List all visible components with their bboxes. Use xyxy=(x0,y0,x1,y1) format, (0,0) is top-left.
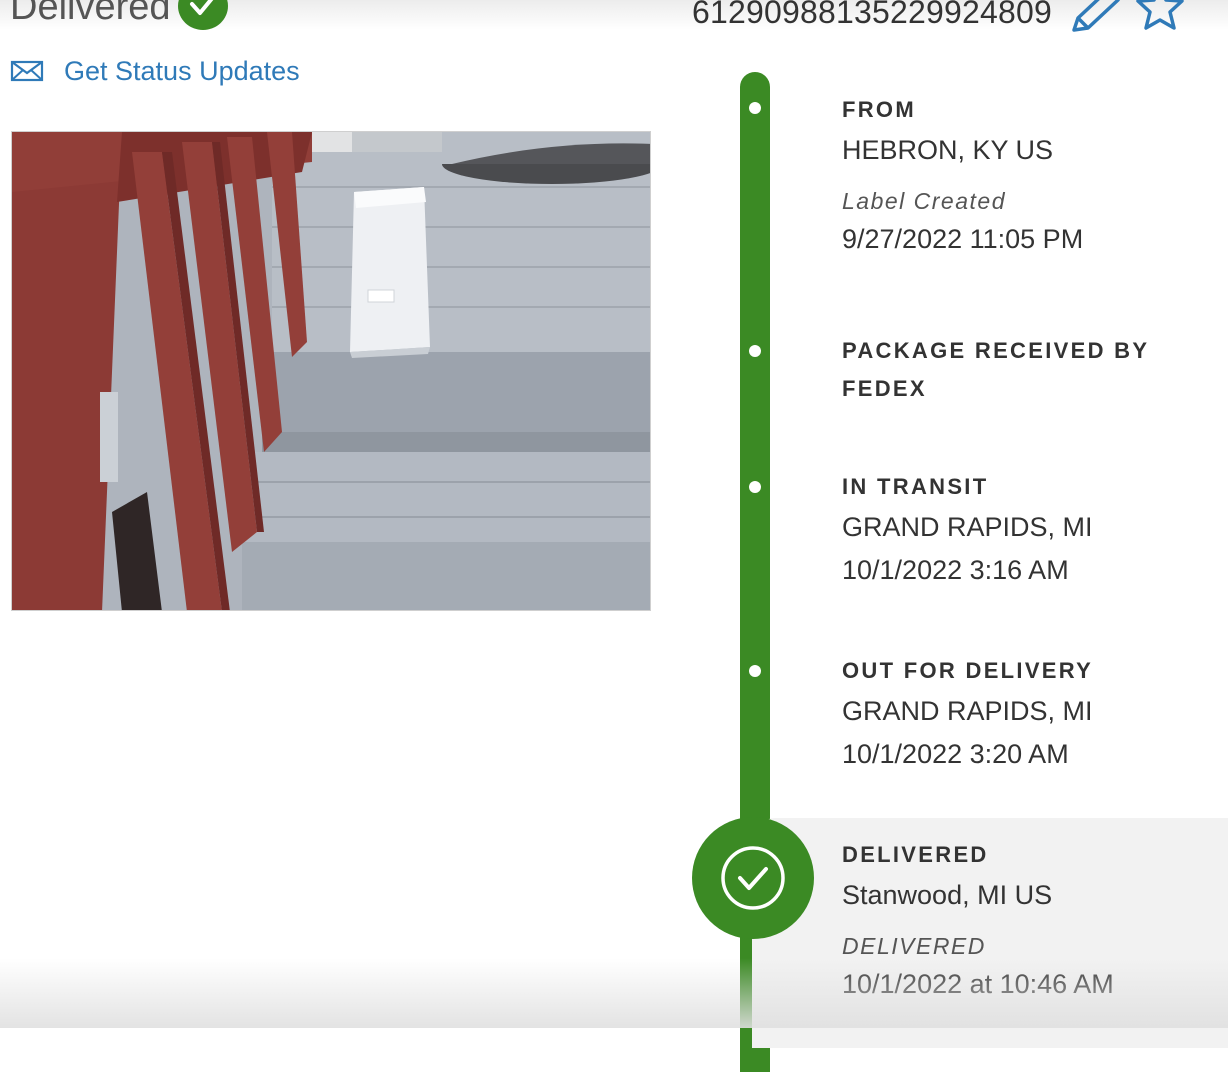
event-time: 10/1/2022 3:16 AM xyxy=(842,555,1069,585)
timeline-event-received: PACKAGE RECEIVED BY FEDEX xyxy=(842,332,1149,408)
check-circle-icon xyxy=(178,0,228,30)
event-note: Label Created xyxy=(842,188,1006,214)
event-title: DELIVERED xyxy=(842,842,989,867)
status-title: Delivered xyxy=(10,0,171,28)
timeline-event-out-for-delivery: OUT FOR DELIVERY GRAND RAPIDS, MI 10/1/2… xyxy=(842,652,1093,776)
event-time: 9/27/2022 11:05 PM xyxy=(842,224,1084,254)
delivery-photo-image xyxy=(12,132,650,610)
event-title: PACKAGE RECEIVED BY xyxy=(842,338,1150,363)
timeline-event-in-transit: IN TRANSIT GRAND RAPIDS, MI 10/1/2022 3:… xyxy=(842,468,1093,592)
event-location: HEBRON, KY US xyxy=(842,135,1054,165)
event-note: DELIVERED xyxy=(842,933,986,959)
timeline-dot xyxy=(749,481,761,493)
get-status-updates-link[interactable]: Get Status Updates xyxy=(10,54,300,88)
delivered-check-icon xyxy=(692,817,814,939)
mail-icon xyxy=(10,60,44,82)
event-time: 10/1/2022 at 10:46 AM xyxy=(842,969,1114,999)
timeline-event-delivered: DELIVERED Stanwood, MI US DELIVERED 10/1… xyxy=(842,836,1114,1006)
event-title: IN TRANSIT xyxy=(842,474,989,499)
event-location: GRAND RAPIDS, MI xyxy=(842,512,1093,542)
timeline-dot xyxy=(749,345,761,357)
event-location: GRAND RAPIDS, MI xyxy=(842,696,1093,726)
event-title: FROM xyxy=(842,97,916,122)
timeline-dot xyxy=(749,102,761,114)
event-time: 10/1/2022 3:20 AM xyxy=(842,739,1069,769)
event-title: OUT FOR DELIVERY xyxy=(842,658,1094,683)
tracking-number: 612909881352299248​09 xyxy=(692,0,1052,30)
event-title-continued: FEDEX xyxy=(842,376,927,401)
get-status-updates-label: Get Status Updates xyxy=(64,55,300,86)
timeline-event-from: FROM HEBRON, KY US Label Created 9/27/20… xyxy=(842,91,1083,261)
star-icon[interactable] xyxy=(1132,0,1188,34)
timeline-dot xyxy=(749,665,761,677)
pencil-icon[interactable] xyxy=(1068,0,1124,36)
delivery-photo[interactable] xyxy=(11,131,651,611)
event-location: Stanwood, MI US xyxy=(842,880,1053,910)
